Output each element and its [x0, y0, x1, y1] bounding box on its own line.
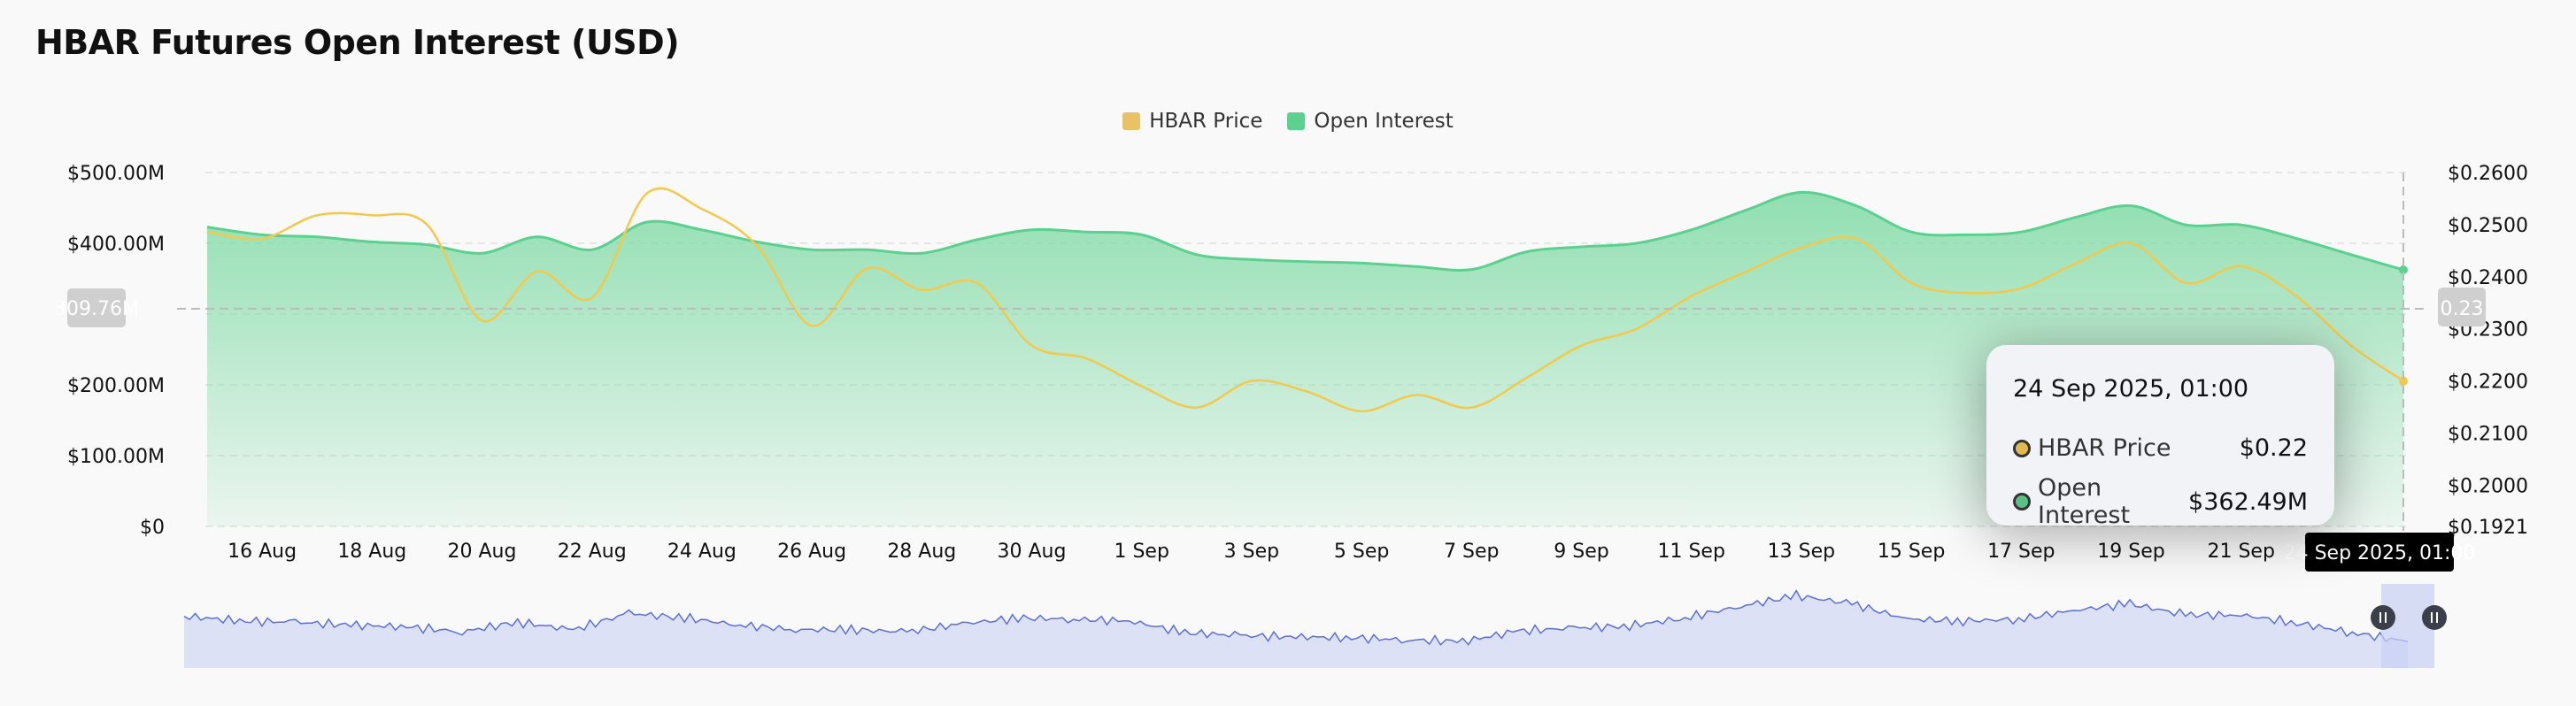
x-tick-label: 1 Sep: [1114, 541, 1168, 563]
tooltip-value: $0.22: [2239, 434, 2308, 462]
y-left-tick-label: $200.00M: [67, 375, 165, 397]
dot-icon: [2013, 439, 2031, 457]
tooltip-row-open-interest: Open Interest $362.49M: [2013, 474, 2308, 529]
tooltip-row-hbar-price: HBAR Price $0.22: [2013, 434, 2308, 462]
crosshair-left-label: 309.76M: [54, 298, 139, 320]
y-left-tick-label: $400.00M: [67, 234, 165, 256]
y-right-tick-label: $0.2500: [2448, 215, 2528, 237]
y-right-tick-label: $0.2000: [2448, 475, 2528, 497]
dot-icon: [2013, 493, 2031, 510]
y-right-tick-label: $0.2600: [2448, 163, 2528, 185]
x-tick-label: 26 Aug: [777, 541, 846, 563]
x-tick-label: 24 Aug: [667, 541, 737, 563]
y-left-tick-label: $0: [140, 517, 165, 539]
x-tick-label: 18 Aug: [337, 541, 406, 563]
y-left-tick-label: $500.00M: [67, 163, 165, 185]
x-tick-label: 9 Sep: [1554, 541, 1608, 563]
x-tick-label: 13 Sep: [1768, 541, 1835, 563]
navigator-area: [184, 590, 2408, 668]
x-tick-label: 7 Sep: [1444, 541, 1499, 563]
tooltip-value: $362.49M: [2188, 487, 2308, 516]
y-right-tick-label: $0.2100: [2448, 424, 2528, 446]
y-right-tick-label: $0.1921: [2448, 517, 2528, 539]
x-tick-label: 30 Aug: [998, 541, 1067, 563]
x-tick-label: 16 Aug: [228, 541, 297, 563]
x-tick-label: 21 Sep: [2207, 541, 2274, 563]
x-tick-label: 22 Aug: [558, 541, 627, 563]
x-tick-label: 17 Sep: [1987, 541, 2055, 563]
x-tick-label: 5 Sep: [1334, 541, 1389, 563]
navigator-handle[interactable]: [2422, 605, 2447, 630]
x-tick-label: 28 Aug: [887, 541, 956, 563]
x-tick-label: 3 Sep: [1224, 541, 1279, 563]
tooltip-date: 24 Sep 2025, 01:00: [2013, 375, 2249, 403]
x-tick-label: 19 Sep: [2097, 541, 2164, 563]
tooltip-label: Open Interest: [2038, 474, 2131, 529]
y-right-tick-label: $0.2200: [2448, 372, 2528, 394]
x-tick-label: 20 Aug: [448, 541, 517, 563]
handle-icon: [2371, 605, 2395, 630]
y-right-tick-label: $0.2400: [2448, 267, 2528, 289]
tooltip: 24 Sep 2025, 01:00 HBAR Price $0.22 Open …: [1986, 345, 2334, 529]
x-tick-label: 15 Sep: [1878, 541, 1945, 563]
crosshair-x-label: 24 Sep 2025, 01:00: [2284, 542, 2476, 564]
navigator-handle[interactable]: [2371, 605, 2395, 630]
crosshair-right-label: 0.23: [2441, 298, 2484, 320]
y-left-tick-label: $100.00M: [67, 446, 165, 468]
tooltip-label: HBAR Price: [2038, 434, 2171, 462]
x-tick-label: 11 Sep: [1657, 541, 1724, 563]
handle-icon: [2422, 605, 2447, 630]
